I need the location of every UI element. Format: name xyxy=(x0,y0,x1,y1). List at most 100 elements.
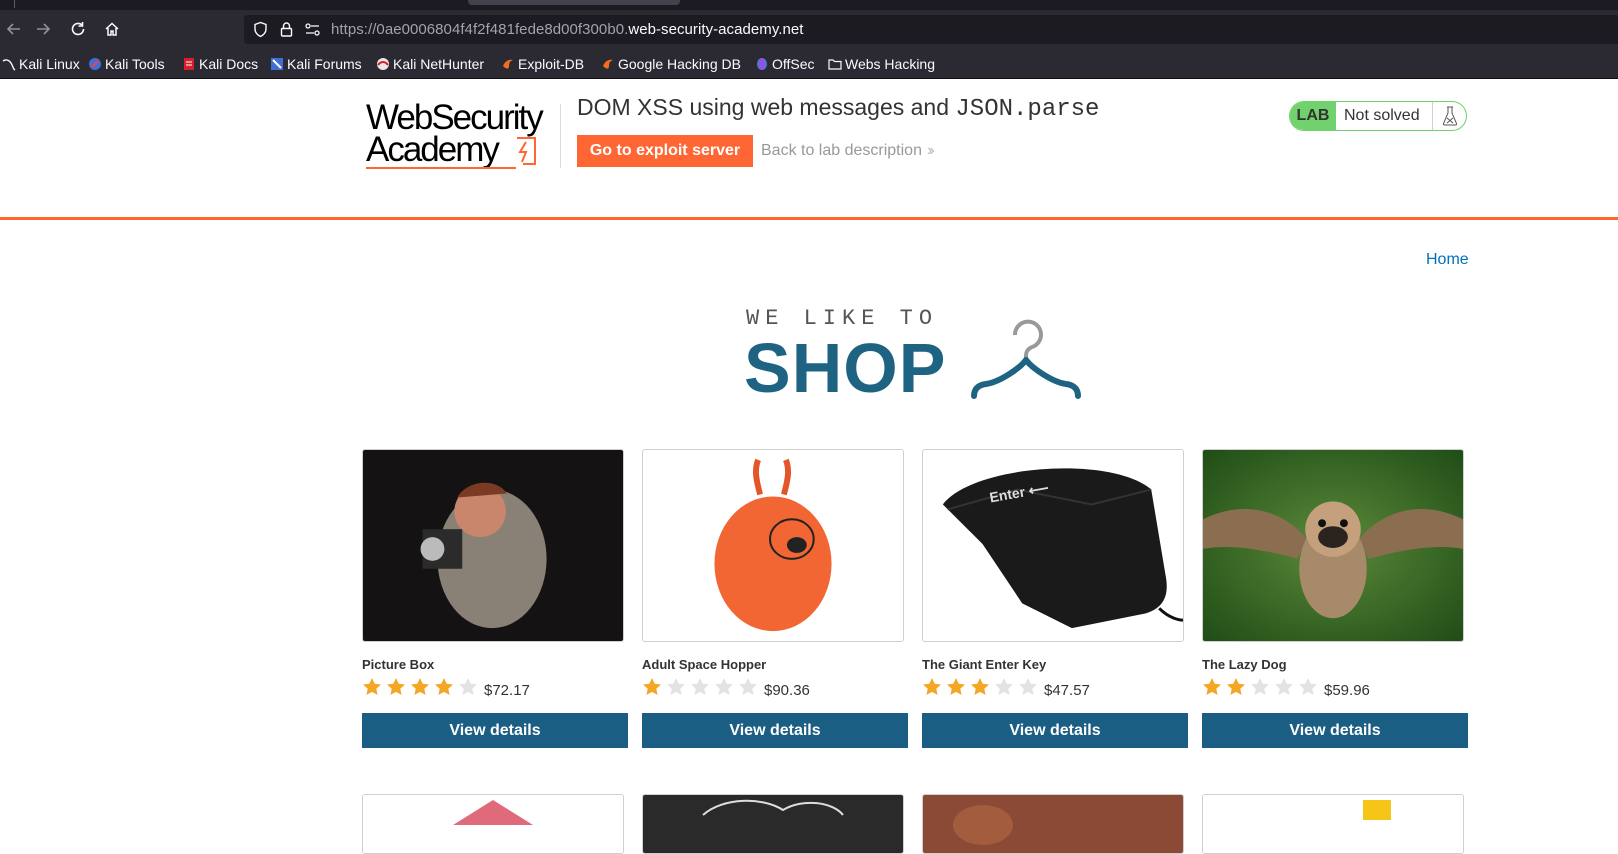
flask-icon xyxy=(1432,102,1466,130)
bookmark-kali-linux[interactable]: Kali Linux xyxy=(2,55,80,73)
star-filled-icon xyxy=(971,678,989,695)
web-security-academy-logo[interactable]: WebSecurity Academy xyxy=(366,100,561,170)
product-name: The Lazy Dog xyxy=(1202,657,1287,672)
kali-docs-icon xyxy=(184,58,194,70)
star-empty-icon xyxy=(715,678,733,695)
logo-line-2: Academy xyxy=(366,130,500,169)
nethunter-icon xyxy=(377,58,389,70)
header-divider xyxy=(560,104,561,168)
star-filled-icon xyxy=(387,678,405,695)
rating-stars xyxy=(642,677,762,699)
back-to-lab-description-link[interactable]: Back to lab description ›› xyxy=(761,142,934,160)
product-price: $47.57 xyxy=(1044,682,1090,699)
star-filled-icon xyxy=(643,678,661,695)
shop-word: SHOP xyxy=(744,329,947,407)
rating-stars xyxy=(922,677,1042,699)
enter-key-label: Enter ⟵ xyxy=(988,479,1050,505)
star-filled-icon xyxy=(947,678,965,695)
product-image-picture-box[interactable] xyxy=(362,449,624,642)
view-details-button[interactable]: View details xyxy=(362,713,628,748)
star-empty-icon xyxy=(1251,678,1269,695)
product-image-lazy-dog[interactable] xyxy=(1202,449,1464,642)
active-tab[interactable] xyxy=(468,0,680,5)
product-image-adult-space-hopper[interactable] xyxy=(642,449,904,642)
view-details-button[interactable]: View details xyxy=(642,713,908,748)
star-empty-icon xyxy=(1299,678,1317,695)
navigation-toolbar: https://0ae0006804f4f2f481fede8d00f300b0… xyxy=(0,10,1618,48)
star-empty-icon xyxy=(1275,678,1293,695)
back-arrow-icon[interactable] xyxy=(0,16,28,42)
product-image-partial[interactable] xyxy=(362,794,624,854)
product-image-partial[interactable] xyxy=(922,794,1184,854)
url-text[interactable]: https://0ae0006804f4f2f481fede8d00f300b0… xyxy=(331,21,804,38)
permissions-icon[interactable] xyxy=(304,21,321,38)
shop-banner: WE LIKE TO SHOP xyxy=(744,306,1094,407)
home-link[interactable]: Home xyxy=(1426,251,1469,269)
svg-text:Enter ⟵: Enter ⟵ xyxy=(988,479,1050,505)
double-chevron-right-icon: ›› xyxy=(926,142,934,159)
product-price: $90.36 xyxy=(764,682,810,699)
bookmark-folder-webs-hacking[interactable]: Webs Hacking xyxy=(828,55,935,73)
bookmark-label: Kali Linux xyxy=(19,56,80,72)
bookmark-label: Kali NetHunter xyxy=(393,56,485,72)
lab-title: DOM XSS using web messages and JSON.pars… xyxy=(577,94,1099,123)
url-prefix: https://0ae0006804f4f2f481fede8d00f300b0… xyxy=(331,21,629,38)
bookmark-label: OffSec xyxy=(772,56,815,72)
product-image-partial[interactable] xyxy=(642,794,904,854)
back-link-label: Back to lab description xyxy=(761,142,922,159)
lab-title-code: JSON.parse xyxy=(955,96,1100,123)
star-empty-icon xyxy=(739,678,757,695)
lab-tag: LAB xyxy=(1290,102,1336,130)
lock-icon[interactable] xyxy=(278,21,295,38)
product-name: Picture Box xyxy=(362,657,435,672)
kali-forums-icon xyxy=(271,58,283,70)
view-details-button[interactable]: View details xyxy=(1202,713,1468,748)
bookmark-label: Exploit-DB xyxy=(518,56,585,72)
bookmark-kali-docs[interactable]: Kali Docs xyxy=(182,55,258,73)
star-filled-icon xyxy=(363,678,381,695)
hanger-icon xyxy=(971,319,1081,399)
ghdb-icon xyxy=(603,59,613,69)
product-image-giant-enter-key[interactable]: Enter ⟵ xyxy=(922,449,1184,642)
lab-status-widget: LAB Not solved xyxy=(1289,101,1467,131)
forward-arrow-icon[interactable] xyxy=(29,16,57,42)
folder-icon xyxy=(828,59,842,70)
lab-header: WebSecurity Academy DOM XSS using web me… xyxy=(0,80,1618,220)
rating-stars xyxy=(362,677,482,699)
exploit-server-button[interactable]: Go to exploit server xyxy=(577,135,753,167)
home-icon[interactable] xyxy=(98,16,126,42)
bookmark-kali-forums[interactable]: Kali Forums xyxy=(270,55,362,73)
product-name: Adult Space Hopper xyxy=(642,657,767,672)
product-price: $72.17 xyxy=(484,682,530,699)
product-image-partial[interactable] xyxy=(1202,794,1464,854)
star-empty-icon xyxy=(691,678,709,695)
shield-icon[interactable] xyxy=(252,21,269,38)
bookmark-kali-nethunter[interactable]: Kali NetHunter xyxy=(376,55,484,73)
lab-title-text: DOM XSS using web messages and xyxy=(577,94,956,120)
bookmark-offsec[interactable]: OffSec xyxy=(755,55,815,73)
reload-icon[interactable] xyxy=(64,16,92,42)
bookmark-kali-tools[interactable]: Kali Tools xyxy=(88,55,165,73)
product-price: $59.96 xyxy=(1324,682,1370,699)
view-details-button[interactable]: View details xyxy=(922,713,1188,748)
kali-dragon-icon xyxy=(2,59,16,71)
star-empty-icon xyxy=(459,678,477,695)
product-name: The Giant Enter Key xyxy=(922,657,1047,672)
exploit-db-icon xyxy=(503,59,513,69)
bookmark-label: Kali Docs xyxy=(199,56,259,72)
offsec-icon xyxy=(757,58,767,70)
star-empty-icon xyxy=(1019,678,1037,695)
url-bar[interactable]: https://0ae0006804f4f2f481fede8d00f300b0… xyxy=(244,15,1618,44)
bookmark-google-hacking-db[interactable]: Google Hacking DB xyxy=(601,55,741,73)
bookmark-label: Kali Forums xyxy=(287,56,362,72)
bookmark-label: Kali Tools xyxy=(105,56,165,72)
star-filled-icon xyxy=(923,678,941,695)
bookmark-exploit-db[interactable]: Exploit-DB xyxy=(501,55,584,73)
kali-tools-icon xyxy=(89,58,101,70)
star-empty-icon xyxy=(995,678,1013,695)
logo-bolt-icon xyxy=(517,137,536,165)
star-filled-icon xyxy=(435,678,453,695)
star-filled-icon xyxy=(411,678,429,695)
url-domain: web-security-academy.net xyxy=(628,21,804,38)
bookmarks-toolbar: Kali Linux Kali Tools Kali Docs Kali For… xyxy=(0,48,1618,79)
